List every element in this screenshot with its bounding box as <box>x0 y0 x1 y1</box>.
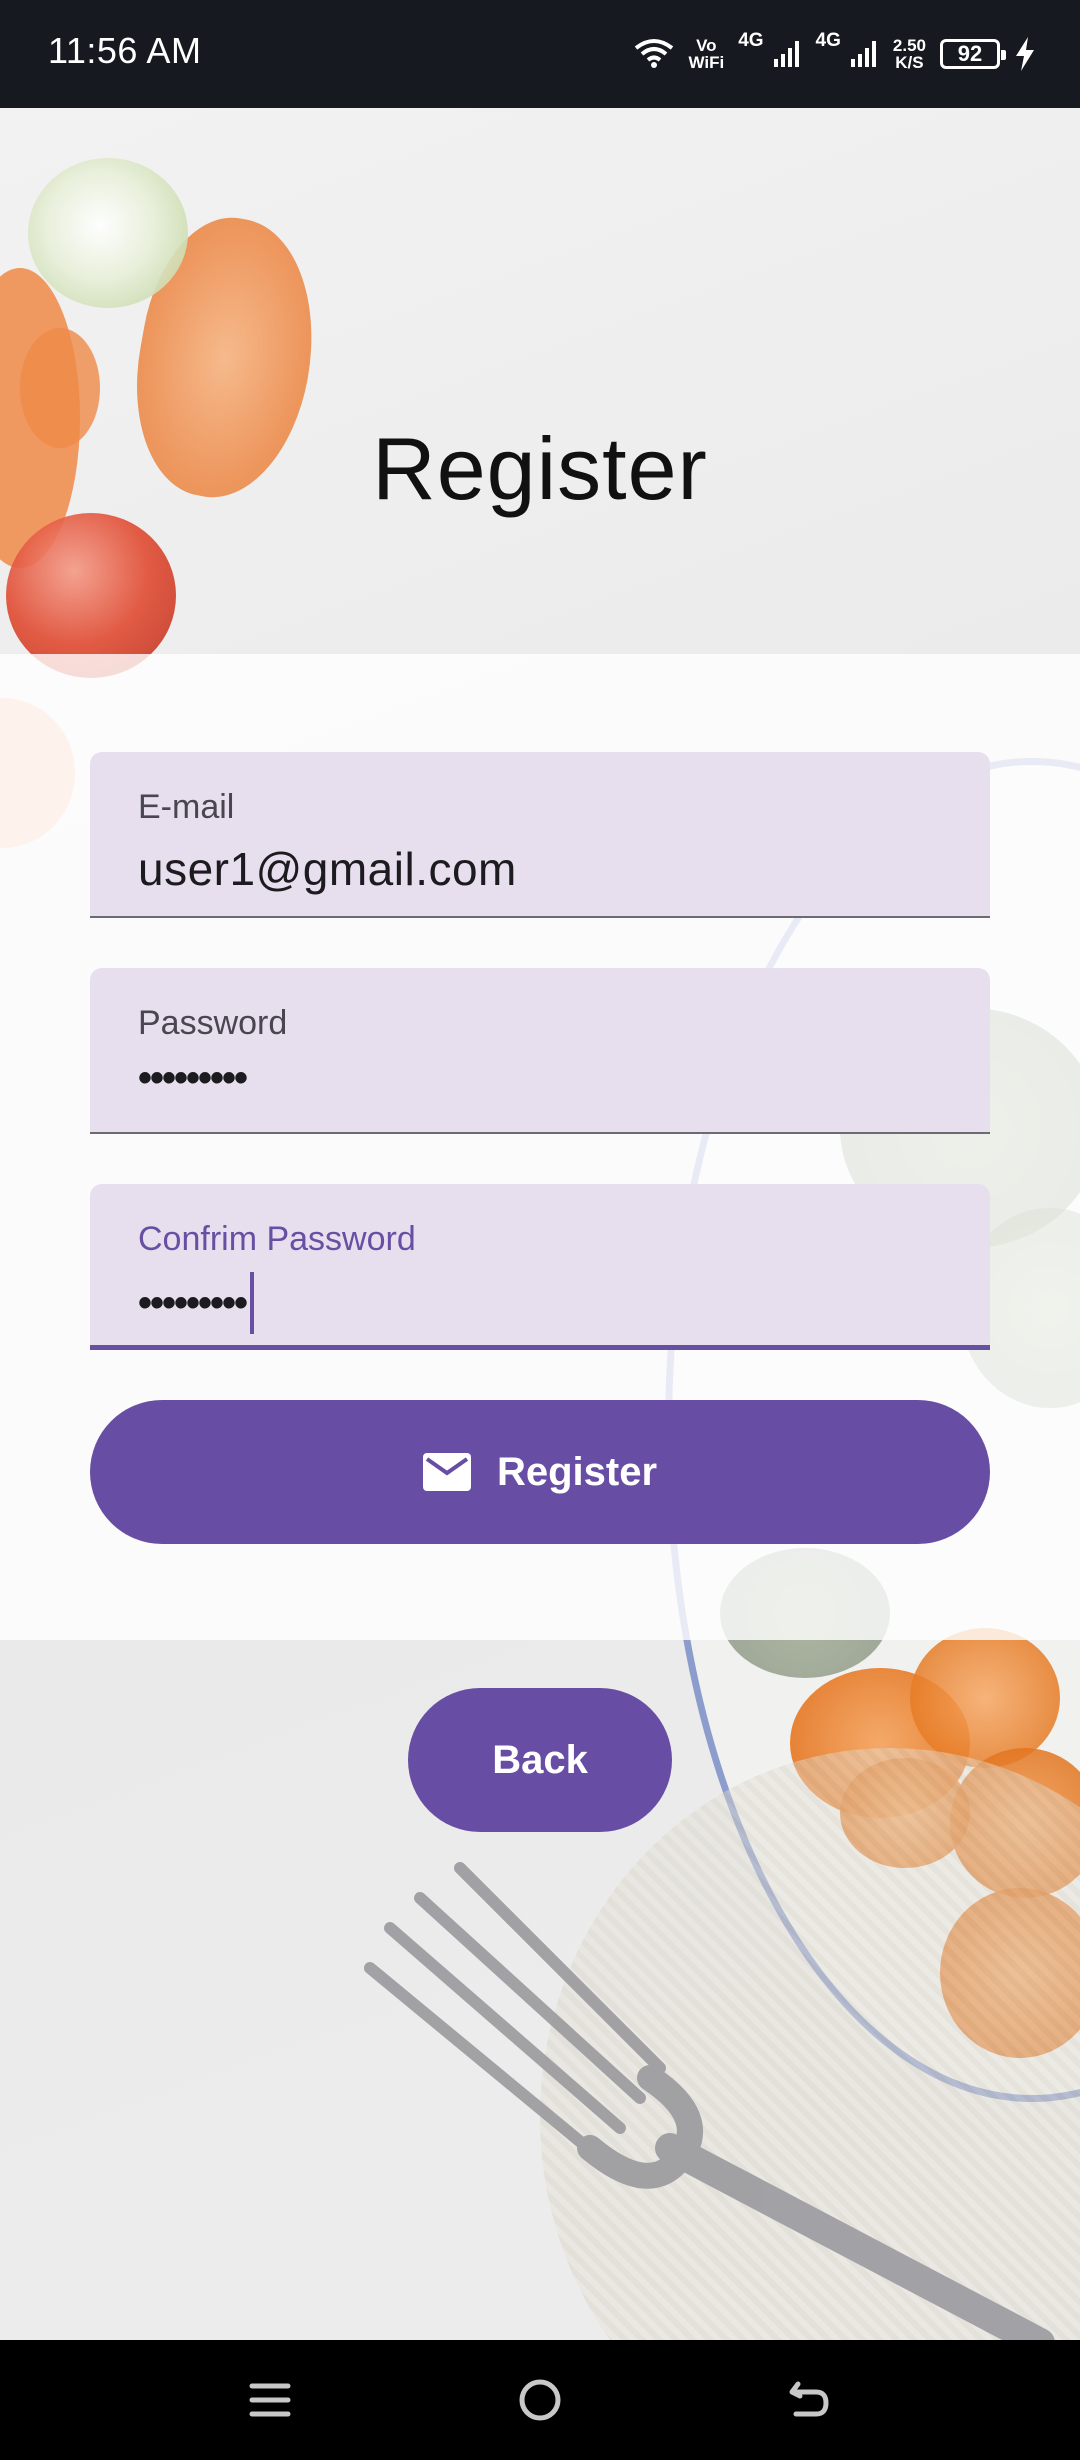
battery-icon: 92 <box>940 39 1006 69</box>
email-label: E-mail <box>138 788 235 826</box>
password-label: Password <box>138 1004 288 1042</box>
back-icon[interactable] <box>780 2370 840 2430</box>
status-bar: 11:56 AM Vo WiFi 4G 4G 2.50 K/S 92 <box>0 0 1080 108</box>
back-button-label: Back <box>492 1737 588 1782</box>
vowifi-indicator: Vo WiFi <box>688 36 725 72</box>
confirm-password-field[interactable]: Confrim Password ••••••••• <box>90 1184 990 1350</box>
sprout-decoration <box>28 158 188 308</box>
signal-icon <box>850 41 876 67</box>
text-cursor <box>250 1272 255 1334</box>
sim1-network-label: 4G <box>738 30 764 51</box>
confirm-password-label: Confrim Password <box>138 1220 416 1258</box>
register-button[interactable]: Register <box>90 1400 990 1544</box>
register-button-label: Register <box>496 1449 658 1494</box>
status-icons: Vo WiFi 4G 4G 2.50 K/S 92 <box>634 30 1036 78</box>
menu-icon[interactable] <box>240 2370 300 2430</box>
battery-level: 92 <box>957 41 983 66</box>
back-button[interactable]: Back <box>408 1688 672 1832</box>
sim2-network-label: 4G <box>815 30 841 51</box>
network-speed: 2.50 K/S <box>892 36 926 72</box>
carrot-slice-decoration <box>910 1628 1060 1768</box>
fork-decoration <box>364 1862 1055 2340</box>
status-time: 11:56 AM <box>48 30 202 71</box>
confirm-password-value: ••••••••• <box>138 1280 248 1325</box>
page-title: Register <box>372 419 708 518</box>
wifi-icon <box>635 39 674 68</box>
password-value[interactable]: ••••••••• <box>138 1056 248 1101</box>
navigation-bar <box>0 2340 1080 2460</box>
signal-icon <box>773 41 799 67</box>
home-icon[interactable] <box>510 2370 570 2430</box>
charging-icon <box>1016 37 1034 71</box>
email-value[interactable]: user1@gmail.com <box>138 842 517 896</box>
email-field[interactable]: E-mail user1@gmail.com <box>90 752 990 918</box>
confirm-password-input-line[interactable]: ••••••••• <box>138 1272 255 1334</box>
password-field[interactable]: Password ••••••••• <box>90 968 990 1134</box>
mail-icon <box>422 1453 471 1491</box>
